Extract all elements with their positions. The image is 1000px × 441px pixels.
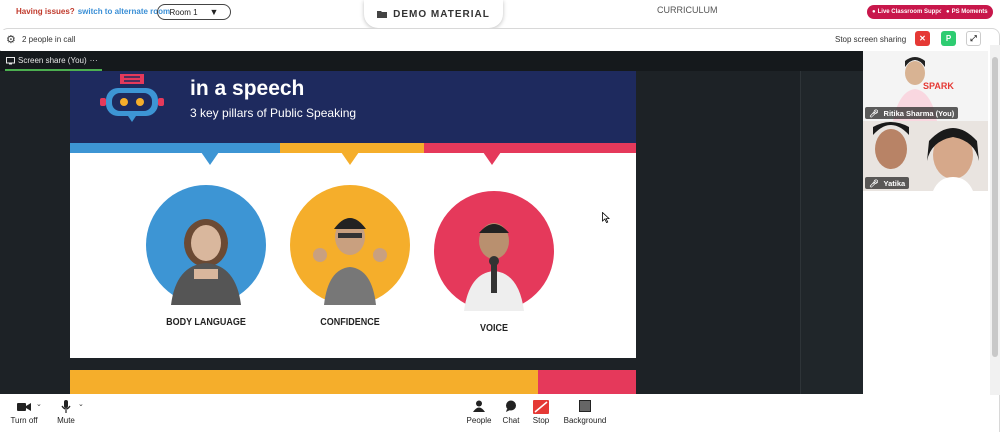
camera-options-chevron-icon[interactable]: ⌄	[36, 400, 42, 408]
star-icon: ●	[946, 9, 950, 15]
mute-label: Mute	[57, 416, 75, 425]
chat-label: Chat	[502, 416, 520, 425]
mute-button[interactable]: Mute	[52, 400, 80, 425]
live-support-button[interactable]: ● Live Classroom Support	[867, 5, 952, 19]
scrollbar[interactable]	[990, 45, 1000, 395]
slide-header: in a speech 3 key pillars of Public Spea…	[70, 71, 636, 143]
stop-share-icon	[527, 400, 555, 416]
microphone-icon: 🎤︎	[869, 178, 879, 188]
screen-share-icon	[6, 56, 15, 64]
folder-icon	[377, 11, 388, 18]
background-icon	[560, 400, 610, 416]
microphone-icon	[52, 400, 80, 416]
screen-share-tab[interactable]: Screen share (You) ···	[0, 51, 863, 71]
child-photo-icon	[313, 218, 387, 305]
next-slide-yellow	[70, 370, 538, 394]
background-label: Background	[563, 416, 607, 425]
participant-tile-self[interactable]: SPARK 🎤︎ Ritika Sharma (You)	[863, 51, 988, 121]
live-support-label: Live Classroom Support	[877, 9, 947, 15]
voice-circle	[434, 191, 554, 311]
confidence-circle	[290, 185, 410, 305]
info-icon: ●	[872, 9, 876, 15]
demo-material-label: DEMO MATERIAL	[393, 8, 490, 20]
background-button[interactable]: Background	[560, 400, 610, 425]
people-count: 2 people in call	[22, 35, 76, 44]
call-controls: Turn off ⌄ Mute ⌄ People Chat Stop Backg…	[0, 394, 990, 432]
child-photo-icon	[171, 219, 241, 305]
issues-label: Having issues?	[16, 7, 75, 16]
band-pointers	[201, 152, 501, 165]
room-select-value: Room 1	[169, 7, 198, 17]
pillar-label-confidence: CONFIDENCE	[320, 317, 380, 328]
presentation-slide: in a speech 3 key pillars of Public Spea…	[70, 71, 636, 358]
demo-material-button[interactable]: DEMO MATERIAL	[364, 0, 503, 28]
slide-title: in a speech	[190, 77, 305, 100]
call-info-bar: ⚙ 2 people in call Stop screen sharing	[0, 30, 990, 50]
ps-moments-button[interactable]: ● PS Moments	[941, 5, 993, 19]
participant-name-tag: 🎤︎ Ritika Sharma (You)	[865, 107, 959, 119]
room-select[interactable]: Room 1 ▼	[157, 4, 231, 20]
ps-moments-label: PS Moments	[951, 9, 988, 15]
gear-icon[interactable]: ⚙	[6, 33, 16, 46]
scrollbar-thumb[interactable]	[992, 57, 998, 357]
more-options-icon[interactable]: ···	[90, 56, 98, 65]
top-bar: Having issues? switch to alternate room R…	[0, 0, 1000, 28]
close-icon: ✕	[919, 34, 926, 43]
avatar-initial: P	[945, 34, 952, 43]
caret-down-icon: ▼	[209, 7, 219, 17]
child-photo-icon	[464, 223, 524, 311]
next-slide-preview	[70, 370, 636, 394]
person-icon	[464, 400, 494, 416]
pillar-label-voice: VOICE	[479, 323, 509, 334]
expand-icon: ⤢	[970, 33, 977, 43]
stage-right-panel	[800, 71, 863, 394]
participant-tile-yatika[interactable]: 🎤︎ Yatika	[863, 121, 988, 191]
people-label: People	[466, 416, 492, 425]
turn-off-label: Turn off	[10, 416, 38, 425]
stop-label: Stop	[532, 416, 550, 425]
chat-bubble-icon	[497, 400, 525, 416]
participant-name: Yatika	[883, 178, 906, 188]
page-footer	[0, 432, 1000, 441]
robot-mascot-icon	[100, 74, 164, 122]
participant-avatar[interactable]: P	[941, 31, 956, 46]
mic-options-chevron-icon[interactable]: ⌄	[78, 400, 84, 408]
fullscreen-button[interactable]: ⤢	[966, 31, 981, 46]
body-language-circle	[146, 185, 266, 305]
next-slide-pink	[538, 370, 636, 394]
screen-share-label: Screen share (You)	[18, 56, 87, 65]
people-button[interactable]: People	[464, 400, 494, 425]
spark-logo-text: SPARK	[923, 81, 954, 91]
participant-name: Ritika Sharma (You)	[883, 108, 955, 118]
mouse-cursor-icon	[602, 212, 610, 223]
stop-sharing-label[interactable]: Stop screen sharing	[835, 35, 906, 44]
slide-subtitle: 3 key pillars of Public Speaking	[190, 106, 357, 120]
participant-name-tag: 🎤︎ Yatika	[865, 177, 910, 189]
pillar-label-body-language: BODY LANGUAGE	[166, 317, 246, 328]
chat-button[interactable]: Chat	[497, 400, 525, 425]
stop-sharing-close-button[interactable]: ✕	[915, 31, 930, 46]
issues-notice: Having issues? switch to alternate room	[16, 7, 170, 16]
microphone-icon: 🎤︎	[869, 108, 879, 118]
stop-share-button[interactable]: Stop	[527, 400, 555, 425]
curriculum-tab[interactable]: CURRICULUM	[657, 5, 718, 15]
